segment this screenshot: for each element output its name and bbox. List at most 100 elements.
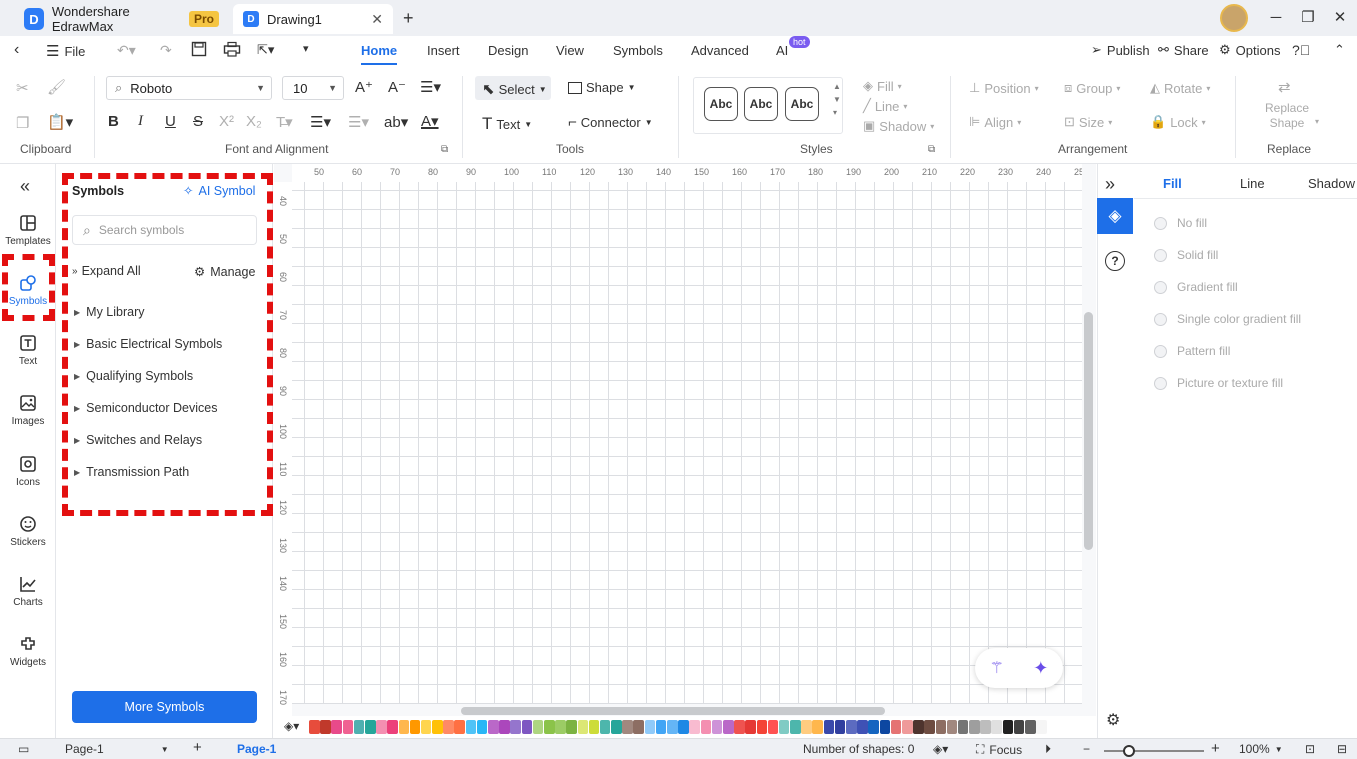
zoom-slider-handle[interactable]: [1123, 745, 1135, 757]
color-swatch[interactable]: [756, 720, 768, 734]
color-swatch[interactable]: [913, 720, 924, 734]
color-swatch[interactable]: [700, 720, 712, 734]
publish-button[interactable]: ➢ Publish: [1091, 42, 1150, 58]
lock-button[interactable]: 🔒 Lock ▾: [1150, 114, 1206, 130]
color-swatch[interactable]: [778, 720, 790, 734]
rail-item-text[interactable]: Text: [0, 334, 56, 367]
color-swatch[interactable]: [543, 720, 555, 734]
color-swatch[interactable]: [678, 720, 689, 734]
fill-option-single-gradient[interactable]: Single color gradient fill: [1154, 312, 1301, 326]
connector-tool-button[interactable]: ⌐ Connector ▼: [568, 114, 653, 131]
color-swatch[interactable]: [622, 720, 633, 734]
color-swatch[interactable]: [846, 720, 857, 734]
style-preset-1[interactable]: Abc: [704, 87, 738, 121]
superscript-icon[interactable]: X²: [219, 113, 234, 130]
color-swatch[interactable]: [722, 720, 734, 734]
fill-option-solid[interactable]: Solid fill: [1154, 248, 1218, 262]
style-preset-2[interactable]: Abc: [744, 87, 778, 121]
color-swatch[interactable]: [1002, 720, 1014, 734]
page-list-icon[interactable]: ▭: [18, 742, 29, 756]
text-case-icon[interactable]: T̶▾: [276, 113, 293, 131]
color-swatch[interactable]: [454, 720, 466, 734]
tab-view[interactable]: View: [556, 43, 584, 58]
style-gallery-scroll-icon[interactable]: ▲ ▼ ▾: [833, 80, 841, 119]
color-swatch[interactable]: [577, 720, 589, 734]
color-swatch[interactable]: [521, 720, 533, 734]
horizontal-scrollbar[interactable]: [461, 707, 885, 715]
ai-sparkle-icon[interactable]: ✦: [1033, 658, 1048, 679]
color-swatch[interactable]: [711, 720, 723, 734]
tab-design[interactable]: Design: [488, 43, 528, 58]
user-avatar[interactable]: [1220, 4, 1248, 32]
shape-tool-button[interactable]: Shape ▼: [568, 80, 636, 95]
decrease-font-icon[interactable]: A⁻: [388, 78, 406, 96]
save-icon[interactable]: [191, 41, 207, 57]
color-swatch[interactable]: [364, 720, 376, 734]
maximize-icon[interactable]: ❐: [1294, 5, 1322, 29]
tab-shadow[interactable]: Shadow: [1308, 176, 1355, 191]
color-swatch[interactable]: [465, 720, 477, 734]
share-button[interactable]: ⚯ Share: [1158, 42, 1209, 58]
layers-icon[interactable]: ◈▾: [933, 742, 948, 756]
fill-option-none[interactable]: No fill: [1154, 216, 1207, 230]
tab-ai[interactable]: AI: [776, 43, 788, 58]
document-tab[interactable]: D Drawing1 ✕: [233, 4, 393, 34]
color-swatch[interactable]: [1013, 720, 1025, 734]
fit-page-icon[interactable]: ⊡: [1305, 742, 1315, 756]
color-swatch[interactable]: [309, 720, 320, 734]
rail-item-images[interactable]: Images: [0, 394, 56, 427]
color-swatch[interactable]: [353, 720, 365, 734]
increase-font-icon[interactable]: A⁺: [355, 78, 373, 96]
paint-bucket-icon[interactable]: ◈▾: [284, 719, 299, 733]
add-page-icon[interactable]: +: [193, 739, 202, 756]
focus-button[interactable]: ⛶ Focus: [976, 742, 1022, 757]
settings-gear-icon[interactable]: ⚙: [1106, 710, 1120, 730]
replace-shape-button[interactable]: Replace Shape: [1265, 101, 1309, 131]
page-tab[interactable]: Page-1: [237, 742, 276, 756]
color-swatch[interactable]: [387, 720, 398, 734]
color-swatch[interactable]: [566, 720, 577, 734]
color-swatch[interactable]: [969, 720, 980, 734]
paste-icon[interactable]: 📋▾: [47, 113, 73, 131]
color-swatch[interactable]: [946, 720, 958, 734]
color-swatch[interactable]: [420, 720, 432, 734]
text-align-icon[interactable]: ☰▾: [420, 78, 441, 96]
print-icon[interactable]: [223, 41, 241, 57]
color-swatch[interactable]: [655, 720, 667, 734]
fill-panel-tab[interactable]: ◈: [1097, 198, 1133, 234]
shadow-button[interactable]: ▣ Shadow ▾: [863, 118, 934, 134]
color-swatch[interactable]: [957, 720, 969, 734]
zoom-out-icon[interactable]: −: [1083, 742, 1090, 756]
color-swatch[interactable]: [510, 720, 521, 734]
fill-button[interactable]: ◈ Fill ▾: [863, 78, 902, 94]
select-tool-button[interactable]: ⬉ Select ▼: [482, 80, 547, 98]
color-swatch[interactable]: [812, 720, 824, 734]
color-swatch[interactable]: [823, 720, 835, 734]
font-size-select[interactable]: 10 ▼: [282, 76, 344, 100]
play-icon[interactable]: ⏵: [1045, 742, 1051, 757]
color-swatch[interactable]: [734, 720, 745, 734]
color-swatch[interactable]: [476, 720, 488, 734]
bullet-list-icon[interactable]: ☰▾: [348, 113, 369, 131]
close-window-icon[interactable]: ✕: [1326, 5, 1354, 29]
rail-item-stickers[interactable]: Stickers: [0, 515, 56, 548]
color-swatch[interactable]: [611, 720, 622, 734]
fullscreen-icon[interactable]: ⊟: [1337, 742, 1347, 756]
color-swatch[interactable]: [667, 720, 678, 734]
redo-icon[interactable]: ↷: [160, 42, 172, 59]
color-swatch[interactable]: [555, 720, 566, 734]
tab-home[interactable]: Home: [361, 43, 398, 65]
options-button[interactable]: ⚙ Options: [1219, 42, 1280, 58]
drawing-canvas[interactable]: [292, 182, 1082, 704]
minimize-icon[interactable]: ─: [1262, 5, 1290, 29]
color-swatch[interactable]: [801, 720, 812, 734]
color-swatch[interactable]: [320, 720, 331, 734]
format-painter-icon[interactable]: 🖌: [47, 78, 66, 96]
zoom-select[interactable]: 100% ▼: [1239, 742, 1283, 756]
color-swatch[interactable]: [398, 720, 410, 734]
zoom-slider[interactable]: [1104, 750, 1204, 752]
line-button[interactable]: ╱ Line ▾: [863, 98, 907, 114]
tab-insert[interactable]: Insert: [427, 43, 460, 58]
vertical-scrollbar[interactable]: [1084, 312, 1093, 550]
rail-item-icons[interactable]: Icons: [0, 455, 56, 488]
